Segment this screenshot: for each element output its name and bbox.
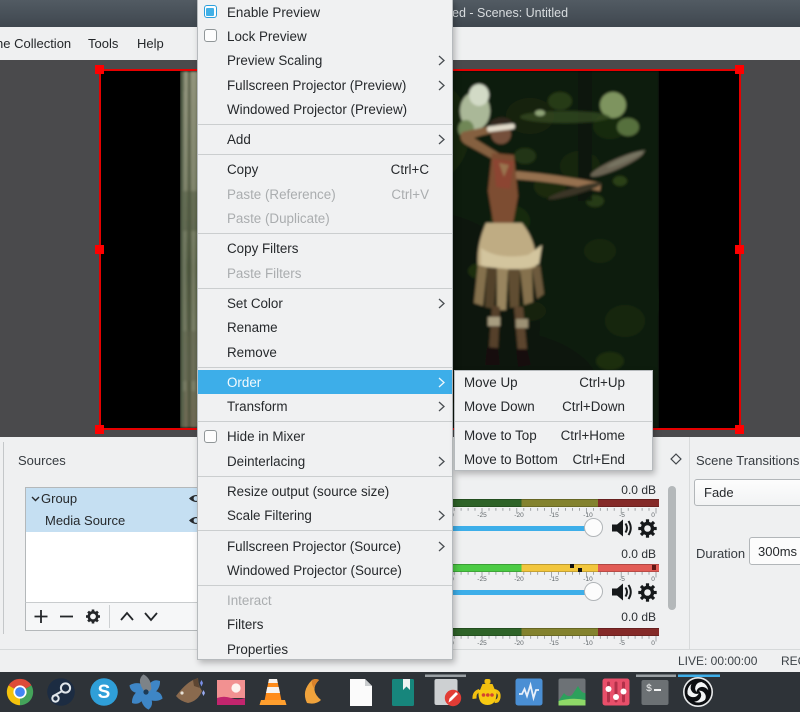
svg-text:0: 0 (651, 576, 655, 581)
svg-text:-5: -5 (619, 640, 625, 645)
svg-text:-25: -25 (477, 576, 487, 581)
svg-text:-25: -25 (477, 640, 487, 645)
svg-text:-25: -25 (477, 511, 487, 516)
svg-text:-20: -20 (514, 576, 524, 581)
svg-text:S: S (98, 682, 111, 703)
svg-text:-15: -15 (549, 576, 559, 581)
svg-text:$: $ (646, 683, 652, 695)
svg-text:-10: -10 (583, 511, 593, 516)
svg-text:0: 0 (651, 511, 655, 516)
svg-text:-15: -15 (549, 640, 559, 645)
svg-text:-15: -15 (549, 511, 559, 516)
svg-text:0: 0 (651, 640, 655, 645)
svg-text:-5: -5 (619, 511, 625, 516)
svg-text:-10: -10 (583, 640, 593, 645)
svg-text:-20: -20 (514, 640, 524, 645)
svg-text:-5: -5 (619, 576, 625, 581)
svg-text:-10: -10 (583, 576, 593, 581)
svg-text:-20: -20 (514, 511, 524, 516)
